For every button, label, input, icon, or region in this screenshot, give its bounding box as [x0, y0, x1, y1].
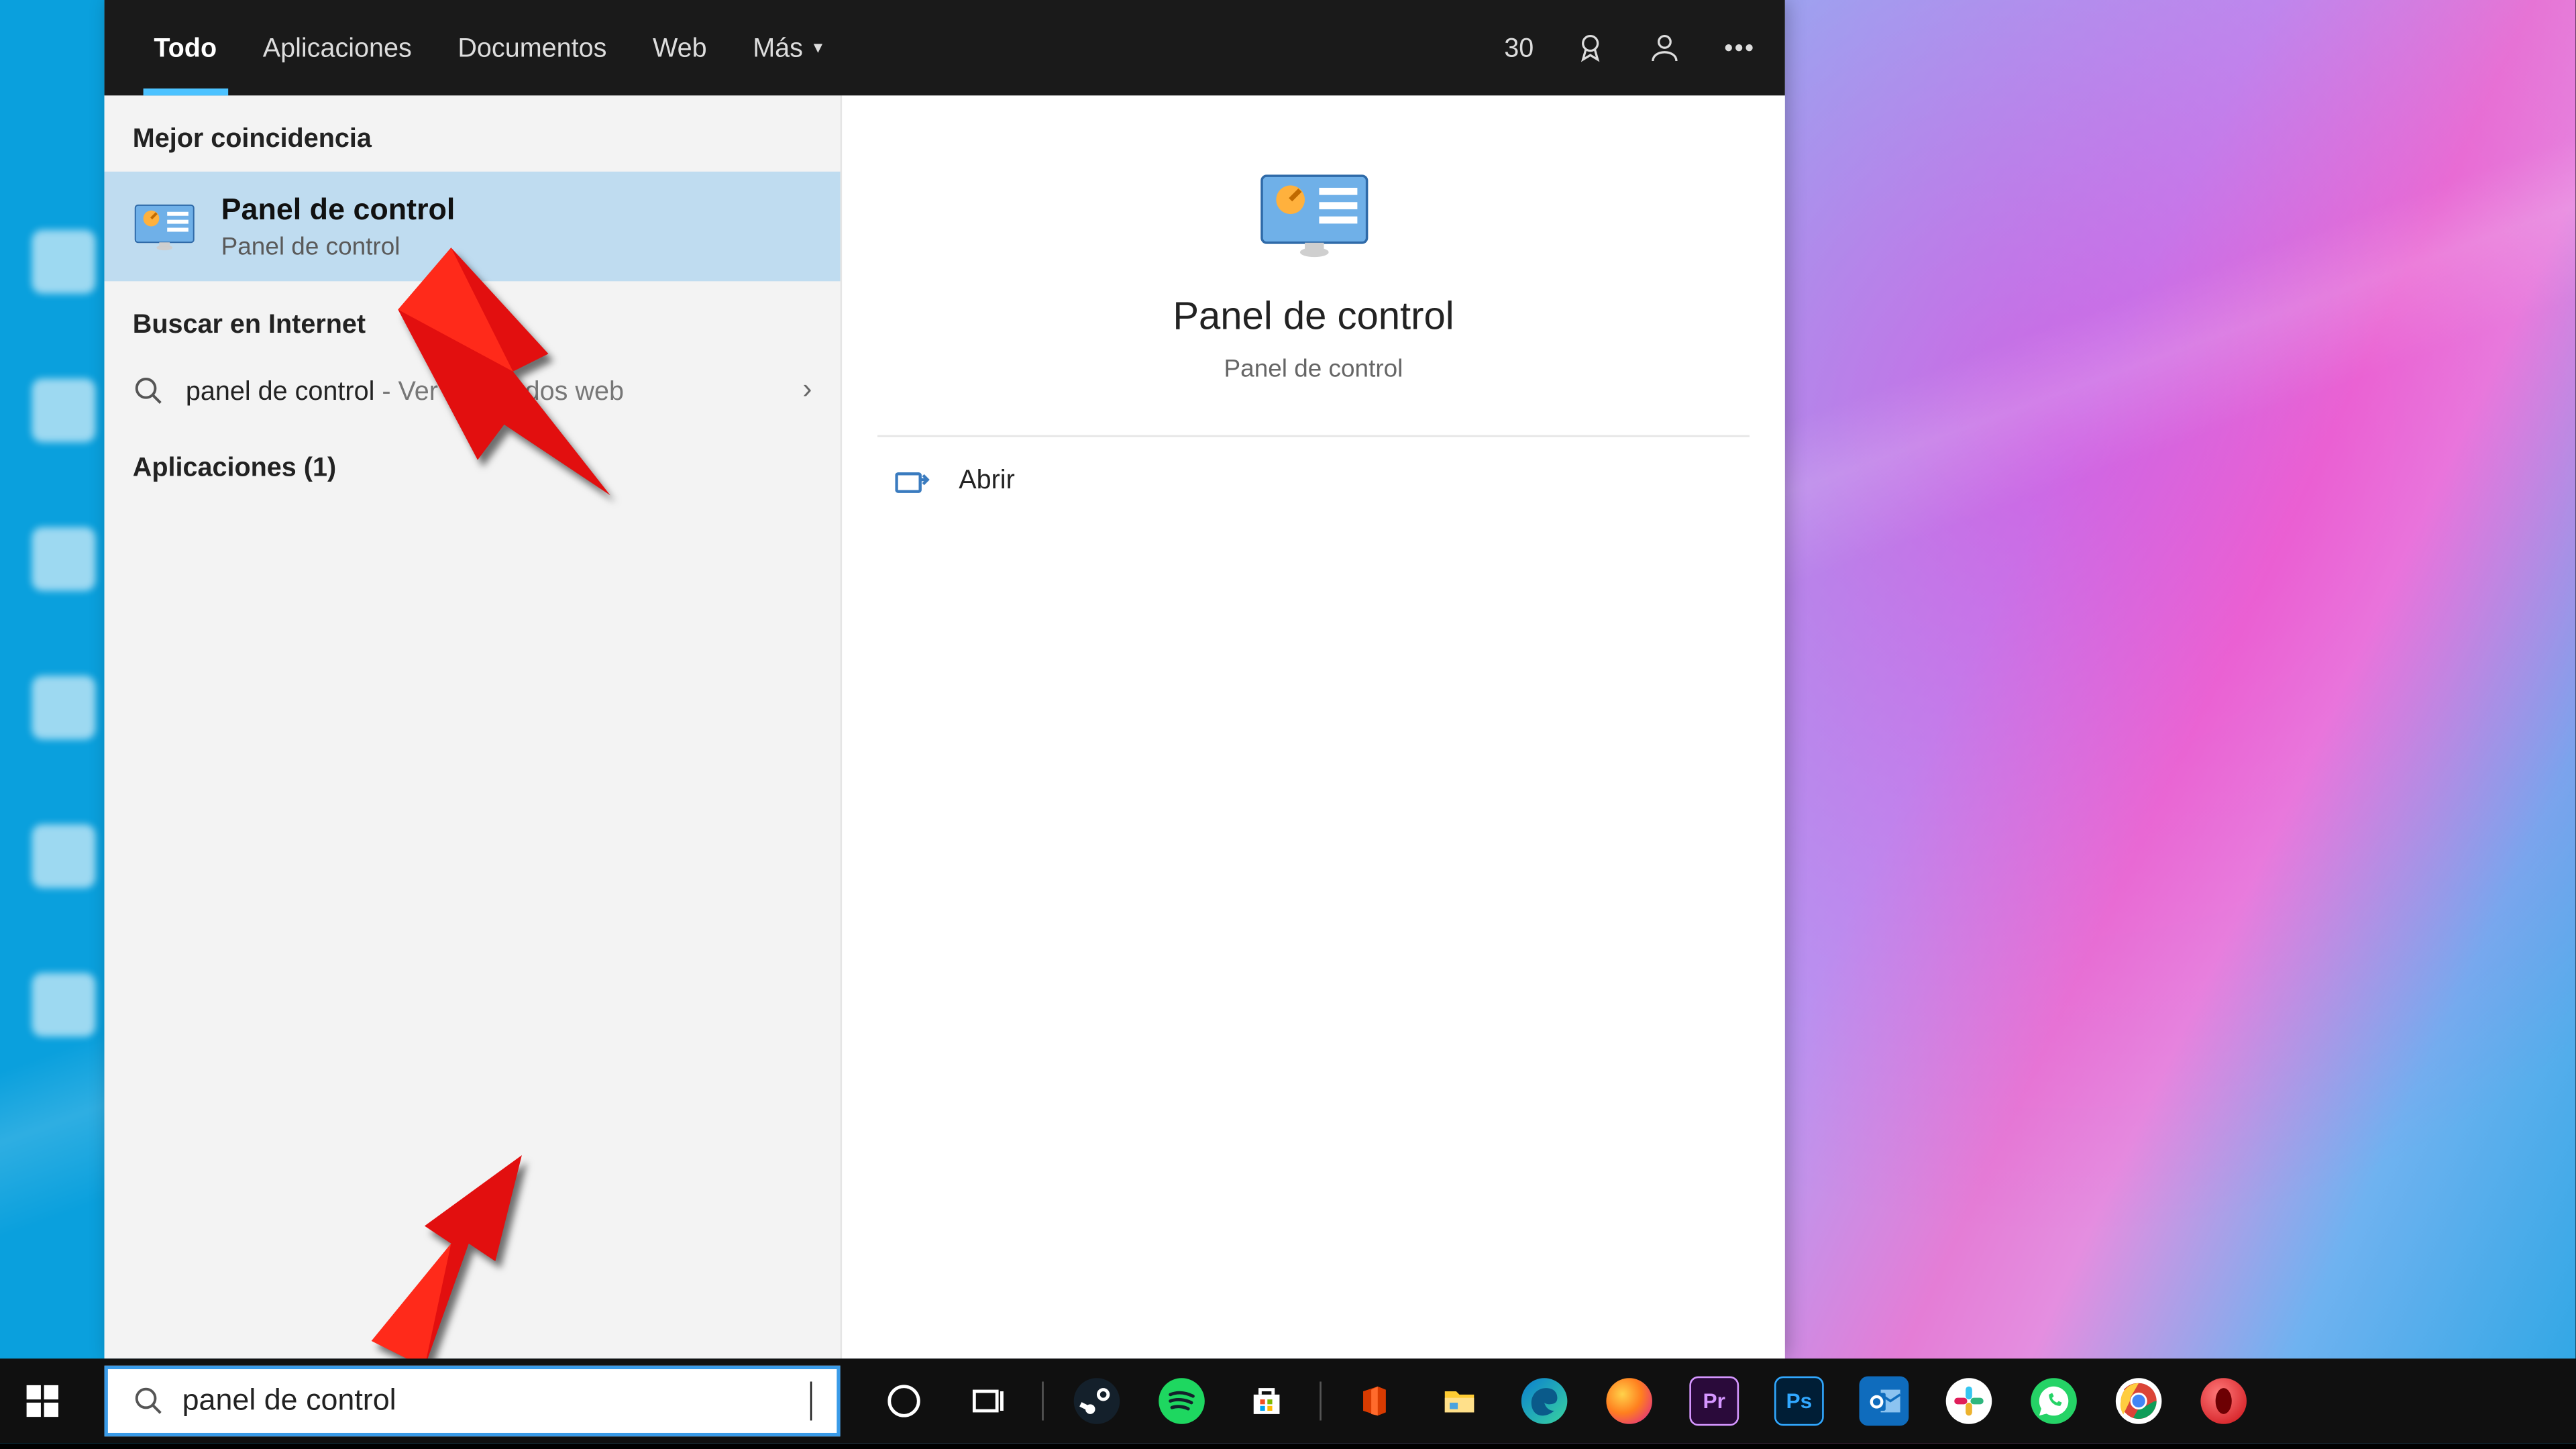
steam-icon	[1074, 1378, 1120, 1424]
taskbar-search-input[interactable]	[182, 1383, 804, 1419]
spotify-icon	[1159, 1378, 1205, 1424]
taskbar-app-file-explorer[interactable]	[1417, 1358, 1502, 1444]
rewards-medal-icon[interactable]	[1572, 30, 1608, 66]
search-icon	[133, 375, 164, 407]
task-view-button[interactable]	[947, 1358, 1032, 1444]
search-internet-label: Buscar en Internet	[105, 281, 841, 357]
desktop: Todo Aplicaciones Documentos Web Más ▾ 3…	[0, 0, 2575, 1444]
best-match-result[interactable]: Panel de control Panel de control	[105, 172, 841, 281]
task-view-icon	[969, 1381, 1008, 1420]
taskbar-app-slack[interactable]	[1927, 1358, 2012, 1444]
taskbar-pinned-apps: Pr Ps	[861, 1358, 2266, 1444]
results-list: Mejor coincidencia	[105, 95, 841, 1358]
taskbar-app-spotify[interactable]	[1139, 1358, 1224, 1444]
chevron-down-icon: ▾	[814, 38, 822, 58]
taskbar-app-microsoft-store[interactable]	[1224, 1358, 1309, 1444]
photoshop-icon: Ps	[1774, 1377, 1824, 1426]
open-label: Abrir	[959, 466, 1015, 496]
firefox-icon	[1606, 1378, 1652, 1424]
control-panel-icon	[1250, 166, 1377, 262]
taskbar-app-firefox[interactable]	[1587, 1358, 1672, 1444]
taskbar-app-outlook[interactable]	[1841, 1358, 1927, 1444]
start-button[interactable]	[0, 1358, 85, 1444]
windows-logo-icon	[27, 1385, 58, 1417]
search-header: Todo Aplicaciones Documentos Web Más ▾ 3…	[105, 0, 1785, 95]
detail-title: Panel de control	[1173, 294, 1454, 340]
cortana-icon	[885, 1381, 924, 1420]
tab-more[interactable]: Más ▾	[753, 0, 822, 95]
web-result-suffix: - Ver resultados web	[374, 376, 624, 406]
taskbar-search-box[interactable]	[105, 1366, 841, 1436]
open-icon	[895, 466, 930, 494]
slack-icon	[1946, 1378, 1992, 1424]
taskbar-app-photoshop[interactable]: Ps	[1757, 1358, 1842, 1444]
whatsapp-icon	[2031, 1378, 2077, 1424]
rewards-points[interactable]: 30	[1504, 33, 1534, 63]
premiere-icon: Pr	[1689, 1377, 1739, 1426]
microsoft-store-icon	[1247, 1381, 1286, 1420]
outlook-icon	[1859, 1377, 1909, 1426]
desktop-icons-column	[32, 0, 106, 1358]
result-detail-pane: Panel de control Panel de control Abrir	[842, 95, 1785, 1358]
edge-icon	[1521, 1378, 1568, 1424]
taskbar-app-chrome[interactable]	[2096, 1358, 2182, 1444]
tab-all[interactable]: Todo	[154, 0, 217, 95]
open-action[interactable]: Abrir	[842, 437, 1785, 523]
opera-icon	[2200, 1378, 2247, 1424]
office-icon	[1355, 1381, 1394, 1420]
apps-section-label: Aplicaciones (1)	[105, 425, 841, 500]
file-explorer-icon	[1440, 1381, 1479, 1420]
best-match-label: Mejor coincidencia	[105, 95, 841, 171]
taskbar-separator	[1042, 1381, 1044, 1420]
best-match-subtitle: Panel de control	[221, 231, 455, 260]
tab-more-label: Más	[753, 33, 803, 63]
taskbar-app-opera[interactable]	[2181, 1358, 2266, 1444]
tab-documents[interactable]: Documentos	[458, 0, 606, 95]
taskbar-app-whatsapp[interactable]	[2011, 1358, 2096, 1444]
account-icon[interactable]	[1647, 30, 1682, 66]
ellipsis-icon[interactable]	[1721, 30, 1757, 66]
control-panel-icon	[133, 195, 197, 258]
taskbar-app-edge[interactable]	[1502, 1358, 1587, 1444]
taskbar-separator	[1320, 1381, 1322, 1420]
chevron-right-icon: ›	[802, 375, 812, 407]
start-search-panel: Todo Aplicaciones Documentos Web Más ▾ 3…	[105, 0, 1785, 1358]
taskbar-app-premiere[interactable]: Pr	[1672, 1358, 1757, 1444]
best-match-title: Panel de control	[221, 193, 455, 228]
tab-apps[interactable]: Aplicaciones	[263, 0, 412, 95]
taskbar-app-office[interactable]	[1332, 1358, 1417, 1444]
cortana-button[interactable]	[861, 1358, 947, 1444]
web-search-result[interactable]: panel de control - Ver resultados web ›	[105, 358, 841, 425]
search-icon	[133, 1385, 164, 1417]
web-result-query: panel de control	[186, 376, 374, 406]
tab-web[interactable]: Web	[653, 0, 707, 95]
taskbar: Pr Ps	[0, 1358, 2575, 1444]
detail-subtitle: Panel de control	[1224, 354, 1403, 382]
taskbar-app-steam[interactable]	[1055, 1358, 1140, 1444]
text-caret	[810, 1381, 812, 1420]
chrome-icon	[2116, 1378, 2162, 1424]
